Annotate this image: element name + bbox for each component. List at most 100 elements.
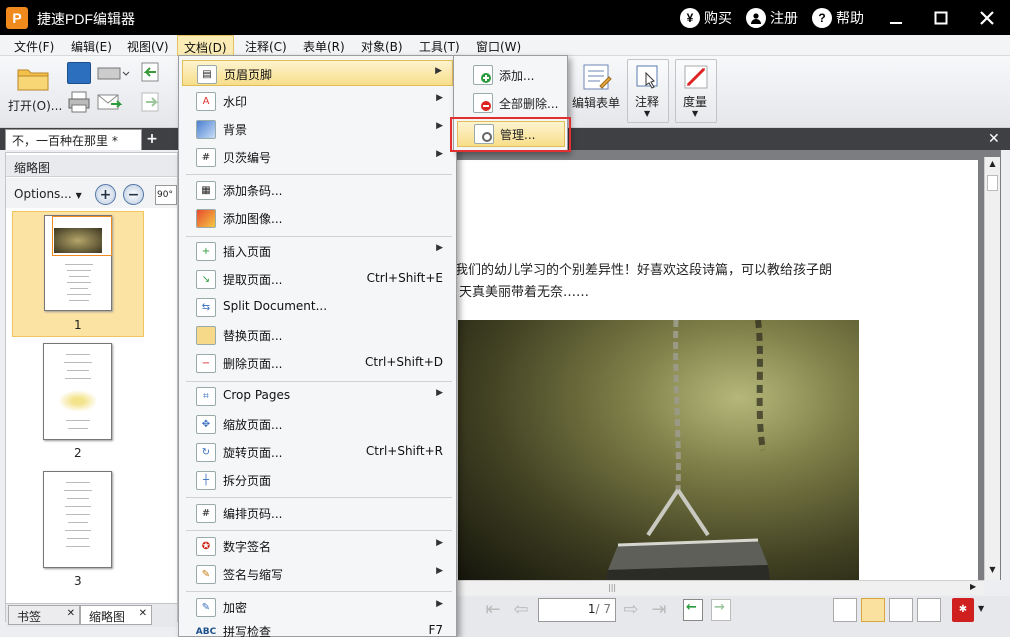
menu-item-encrypt[interactable]: ✎ 加密 ▶ [182,594,453,620]
options-dropdown[interactable]: Options... ▼ [14,187,82,201]
menu-window[interactable]: 窗口(W) [476,38,521,55]
menu-item-crop-pages[interactable]: ⌗ Crop Pages ▶ [182,383,453,409]
menu-separator [186,236,452,237]
add-image-icon [196,209,216,228]
menu-item-label: 拼写检查 [223,625,272,637]
measure-icon [684,65,708,89]
vertical-scrollbar[interactable]: ▲ ▼ [984,157,1000,580]
menu-edit[interactable]: 编辑(E) [71,38,112,55]
page-number-input[interactable]: 1/ 7 [538,598,616,622]
menu-item-background[interactable]: 背景 ▶ [182,116,453,142]
help-icon: ? [812,8,832,28]
scroll-right-icon[interactable]: ▶ [970,582,982,594]
add-tab-icon[interactable]: + [145,132,159,146]
forward-icon[interactable] [140,90,162,114]
chevron-down-icon: ▼ [692,109,699,118]
horizontal-scrollbar[interactable]: ||| ▶ [458,580,984,595]
zoom-in-button[interactable]: + [95,184,116,205]
rotate-button[interactable]: 90° [155,185,177,205]
close-icon[interactable]: ✕ [139,608,147,619]
scroll-down-icon[interactable]: ▼ [987,565,998,577]
buy-link[interactable]: ¥ 购买 [680,8,732,28]
thumbnail-3[interactable] [43,471,112,568]
document-text-line: 我们的幼儿学习的个别差异性！好喜欢这段诗篇，可以教给孩子朗 [455,263,833,278]
next-page-icon[interactable]: ⇨ [620,600,642,620]
scroll-grip-icon[interactable]: ||| [608,583,620,593]
menu-view[interactable]: 视图(V) [127,38,169,55]
thumbnail-tab[interactable]: 缩略图 ✕ [80,605,152,625]
next-view-icon[interactable]: → [711,599,731,621]
open-button[interactable]: 打开(O)... [5,60,62,122]
submenu-item-add[interactable]: 添加... [457,61,565,87]
menu-item-scale-page[interactable]: ✥ 缩放页面... [182,411,453,437]
minimize-button[interactable] [883,6,909,30]
menu-annotate[interactable]: 注释(C) [245,38,287,55]
register-link[interactable]: 注册 [746,8,798,28]
menu-item-label: 加密 [223,601,248,615]
menu-separator [186,381,452,382]
menu-item-add-barcode[interactable]: ▦ 添加条码... [182,177,453,203]
save-icon[interactable] [67,62,91,84]
menu-item-split-page[interactable]: ┼ 拆分页面 [182,467,453,493]
menu-item-rotate-page[interactable]: ↻ 旋转页面... Ctrl+Shift+R [182,439,453,465]
scan-icon[interactable] [96,62,130,84]
submenu-item-label: 全部删除... [499,97,559,111]
thumbnail-2[interactable] [43,343,112,440]
submenu-item-delete-all[interactable]: 全部删除... [457,89,565,115]
menu-item-label: 数字签名 [223,540,272,554]
menu-item-watermark[interactable]: A 水印 ▶ [182,88,453,114]
menu-file[interactable]: 文件(F) [14,38,54,55]
bookmark-tab[interactable]: 书签 ✕ [8,605,80,625]
submenu-item-label: 添加... [499,69,535,83]
menu-item-add-image[interactable]: 添加图像... [182,205,453,231]
menu-item-bates-numbering[interactable]: # 贝茨编号 ▶ [182,144,453,170]
menu-item-page-numbering[interactable]: # 编排页码... [182,500,453,526]
sign-initial-icon: ✎ [196,565,216,584]
menu-item-insert-page[interactable]: + 插入页面 ▶ [182,238,453,264]
continuous-page-icon[interactable] [861,598,885,622]
close-window-button[interactable] [974,6,1000,30]
prev-page-icon[interactable]: ⇦ [510,600,532,620]
single-page-icon[interactable] [833,598,857,622]
menu-item-delete-page[interactable]: − 删除页面... Ctrl+Shift+D [182,350,453,376]
maximize-button[interactable] [928,6,954,30]
menu-item-split-document[interactable]: ⇆ Split Document... [182,294,453,320]
menu-item-sign-initial[interactable]: ✎ 签名与缩写 ▶ [182,561,453,587]
email-icon[interactable] [96,90,123,114]
edit-form-button[interactable]: 编辑表单 [566,59,626,121]
document-tab[interactable]: 不，一百种在那里 * [5,129,142,150]
menu-item-spell-check[interactable]: ABC 拼写检查 F7 [182,618,453,637]
menu-document[interactable]: 文档(D) [177,35,234,56]
menu-separator [186,530,452,531]
annotate-button[interactable]: 注释 ▼ [627,59,669,123]
help-link[interactable]: ? 帮助 [812,8,864,28]
first-page-icon[interactable]: ⇤ [482,600,504,620]
scroll-thumb[interactable] [987,175,998,191]
scale-page-icon: ✥ [196,415,216,434]
menu-item-extract-page[interactable]: ↘ 提取页面... Ctrl+Shift+E [182,266,453,292]
last-page-icon[interactable]: ⇥ [648,600,670,620]
scroll-up-icon[interactable]: ▲ [987,159,998,171]
chevron-down-icon[interactable]: ▼ [978,604,984,613]
folder-icon [17,69,49,91]
menu-tools[interactable]: 工具(T) [419,38,460,55]
pdf-icon[interactable]: ✱ [952,598,974,622]
prev-view-icon[interactable]: ← [683,599,703,621]
menu-item-replace-page[interactable]: 替换页面... [182,322,453,348]
close-tab-icon[interactable]: ✕ [988,131,1000,147]
thumbnail-3-number: 3 [74,574,82,588]
thumbnail-1-number: 1 [74,318,82,332]
back-icon[interactable] [140,60,162,84]
facing-page-icon[interactable] [889,598,913,622]
thumbnail-1[interactable] [44,215,112,311]
measure-button[interactable]: 度量 ▼ [675,59,717,123]
menu-form[interactable]: 表单(R) [303,38,345,55]
menu-object[interactable]: 对象(B) [361,38,403,55]
print-icon[interactable] [67,90,91,114]
grid-view-icon[interactable] [917,598,941,622]
menu-item-digital-signature[interactable]: ✪ 数字签名 ▶ [182,533,453,559]
zoom-out-button[interactable]: − [123,184,144,205]
close-icon[interactable]: ✕ [67,608,75,619]
menu-item-header-footer[interactable]: ▤ 页眉页脚 ▶ [182,60,453,86]
submenu-arrow-icon: ▶ [436,93,443,103]
